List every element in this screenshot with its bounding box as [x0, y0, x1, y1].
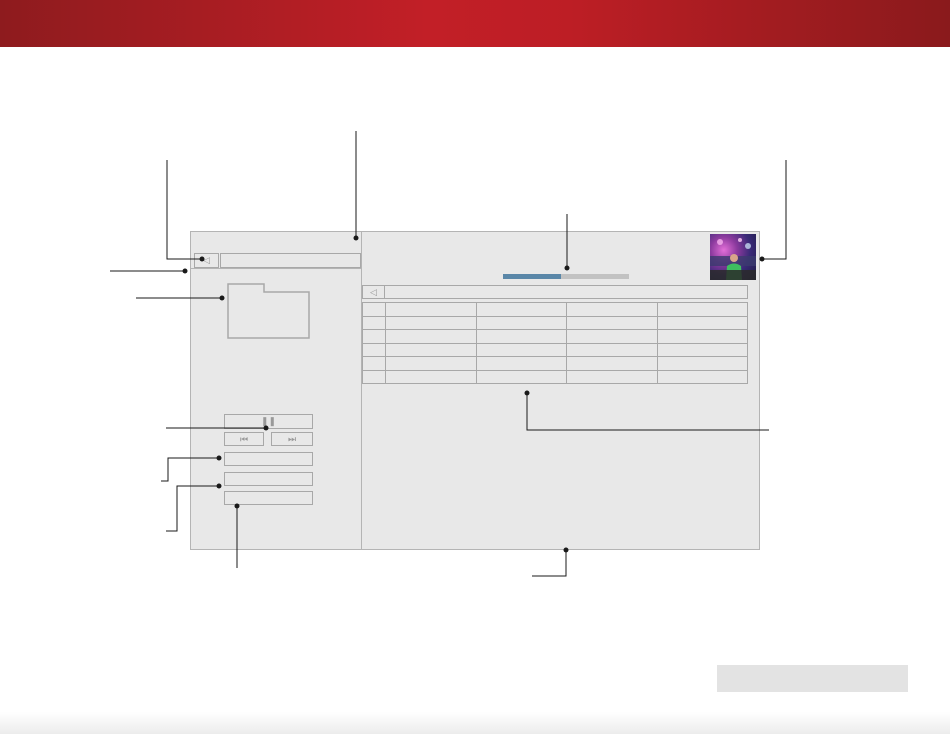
callout-playlist — [526, 393, 769, 431]
callout-album-art — [762, 160, 787, 260]
footer-bar — [0, 712, 950, 734]
callout-lines — [110, 131, 787, 577]
callout-back-button — [166, 160, 202, 260]
callout-screen-bottom — [532, 550, 567, 577]
callout-option-1 — [161, 457, 219, 482]
callout-option-2 — [166, 485, 219, 532]
page-indicator — [717, 665, 908, 692]
